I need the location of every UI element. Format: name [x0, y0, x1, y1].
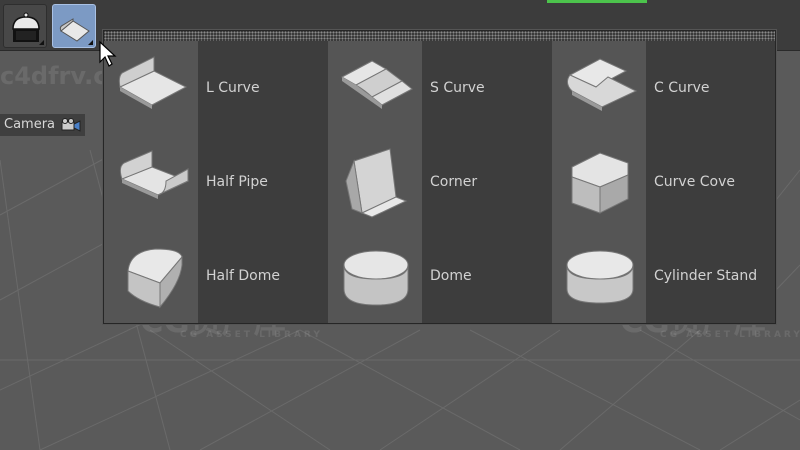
- palette-item-label: Curve Cove: [654, 174, 735, 190]
- submenu-triangle-icon: [39, 40, 44, 45]
- dome-icon: [343, 250, 409, 306]
- submenu-triangle-icon: [88, 40, 93, 45]
- palette-item-l-curve[interactable]: L Curve: [104, 41, 328, 135]
- palette-item-label: Dome: [430, 268, 472, 284]
- palette-item-dome[interactable]: Dome: [328, 229, 552, 323]
- palette-item-s-curve[interactable]: S Curve: [328, 41, 552, 135]
- half-pipe-icon: [119, 150, 190, 199]
- palette-item-label: S Curve: [430, 80, 485, 96]
- camera-icon: [61, 118, 81, 132]
- palette-item-label: Corner: [430, 174, 478, 190]
- palette-item-curve-cove[interactable]: Curve Cove: [552, 135, 776, 229]
- palette-item-label: L Curve: [206, 80, 260, 96]
- palette-item-c-curve[interactable]: C Curve: [552, 41, 776, 135]
- palette-item-cylinder-stand[interactable]: Cylinder Stand: [552, 229, 776, 323]
- palette-item-label: Half Dome: [206, 268, 280, 284]
- light-tool-button[interactable]: [3, 4, 47, 48]
- palette-drag-handle[interactable]: [104, 31, 775, 41]
- status-indicator: [547, 0, 647, 3]
- curve-cove-icon: [571, 152, 629, 214]
- palette-item-half-pipe[interactable]: Half Pipe: [104, 135, 328, 229]
- floor-objects-palette: L Curve Half Pipe Half Dome S Curve Corn…: [103, 30, 776, 324]
- palette-item-label: Cylinder Stand: [654, 268, 758, 284]
- palette-item-label: C Curve: [654, 80, 710, 96]
- s-curve-icon: [340, 60, 413, 109]
- l-curve-icon: [118, 56, 188, 109]
- cylinder-stand-icon: [566, 250, 634, 304]
- palette-column-1: L Curve Half Pipe Half Dome: [104, 41, 328, 323]
- floor-tool-button[interactable]: [52, 4, 96, 48]
- mouse-cursor-icon: [99, 40, 117, 67]
- palette-item-half-dome[interactable]: Half Dome: [104, 229, 328, 323]
- camera-label-text: Camera: [4, 117, 56, 132]
- c-curve-icon: [566, 58, 638, 111]
- palette-item-corner[interactable]: Corner: [328, 135, 552, 229]
- palette-column-3: C Curve Curve Cove Cylinder Stand: [552, 41, 776, 323]
- palette-item-label: Half Pipe: [206, 174, 268, 190]
- half-dome-icon: [127, 248, 183, 309]
- camera-label[interactable]: Camera: [0, 114, 86, 136]
- palette-column-2: S Curve Corner Dome: [328, 41, 552, 323]
- corner-icon: [345, 148, 408, 218]
